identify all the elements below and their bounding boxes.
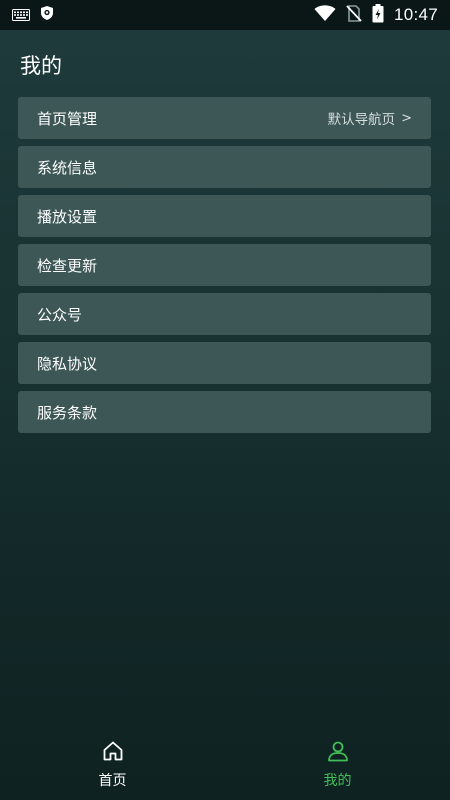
menu-item-value: 默认导航页 > [327, 108, 412, 129]
tab-home[interactable]: 首页 [0, 730, 225, 800]
battery-charging-icon [372, 3, 384, 27]
menu-item-label: 检查更新 [37, 256, 98, 275]
page-title: 我的 [20, 54, 62, 78]
menu-item-home-management[interactable]: 首页管理 默认导航页 > [18, 97, 431, 139]
menu-item-official-account[interactable]: 公众号 [18, 293, 431, 335]
settings-menu: 首页管理 默认导航页 > 系统信息 播放设置 检查更新 公众号 隐私协议 服务条… [18, 97, 431, 433]
status-time: 10:47 [393, 5, 438, 24]
menu-item-label: 首页管理 [37, 109, 98, 128]
tab-mine[interactable]: 我的 [225, 730, 450, 800]
menu-item-playback-settings[interactable]: 播放设置 [18, 195, 431, 237]
home-icon [102, 740, 124, 766]
status-left [12, 5, 54, 25]
menu-item-label: 系统信息 [37, 158, 98, 177]
menu-item-terms-of-service[interactable]: 服务条款 [18, 391, 431, 433]
menu-item-check-update[interactable]: 检查更新 [18, 244, 431, 286]
shield-icon [40, 5, 54, 25]
tab-label: 我的 [323, 773, 352, 789]
bottom-tab-bar: 首页 我的 [0, 730, 450, 800]
wifi-icon [314, 4, 336, 26]
menu-item-label: 播放设置 [37, 207, 98, 226]
tab-label: 首页 [98, 773, 127, 789]
status-right: 10:47 [314, 3, 438, 27]
menu-item-label: 服务条款 [37, 403, 98, 422]
status-bar: 10:47 [0, 0, 450, 30]
menu-item-label: 隐私协议 [37, 354, 98, 373]
default-nav-page-value: 默认导航页 [327, 112, 396, 128]
menu-item-privacy-policy[interactable]: 隐私协议 [18, 342, 431, 384]
menu-item-system-info[interactable]: 系统信息 [18, 146, 431, 188]
keyboard-icon [12, 6, 30, 25]
menu-item-label: 公众号 [37, 305, 83, 324]
user-icon [327, 740, 349, 766]
chevron-right-icon: > [401, 110, 412, 126]
no-sim-icon [346, 4, 362, 26]
